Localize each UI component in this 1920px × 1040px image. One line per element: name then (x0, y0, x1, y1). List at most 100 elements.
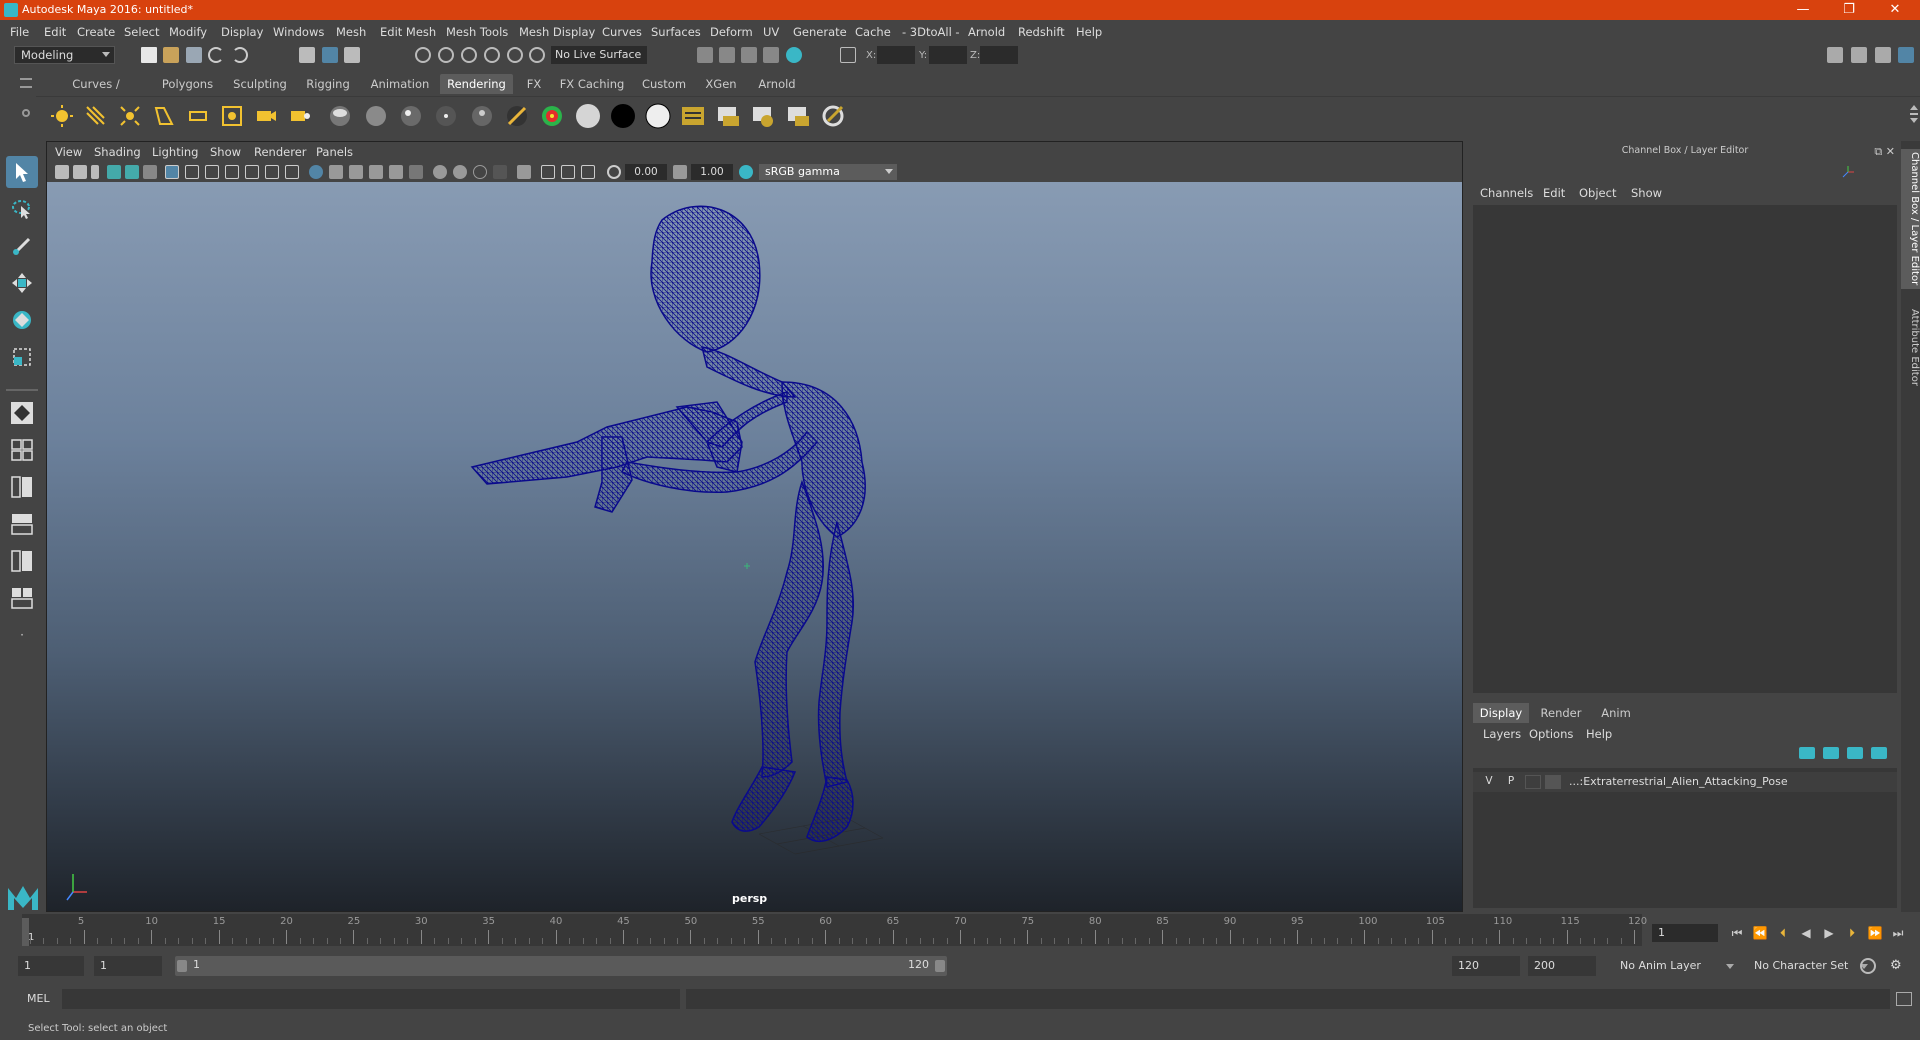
input-mode-icon[interactable] (840, 47, 856, 63)
live-surface-field[interactable]: No Live Surface (551, 46, 647, 64)
exposure-field[interactable]: 0.00 (625, 164, 667, 180)
shading-map-icon[interactable] (644, 102, 672, 130)
select-by-hierarchy-icon[interactable] (299, 47, 315, 63)
menu-edit[interactable]: Edit (44, 25, 66, 39)
menu-mesh[interactable]: Mesh (336, 25, 366, 39)
lambert-shader-icon[interactable] (362, 102, 390, 130)
step-back-key-icon[interactable]: ⏴ (1774, 924, 1792, 942)
tab-anim[interactable]: Anim (1593, 703, 1639, 723)
phong-shader-icon[interactable] (397, 102, 425, 130)
time-slider-track[interactable]: 1 5 10 15 20 25 30 35 40 45 50 55 60 65 70 75 80 85 90 95 1… (22, 914, 1647, 946)
menu-3dtoall[interactable]: - 3DtoAll - (902, 25, 960, 39)
panel-menu-show[interactable]: Show (210, 145, 241, 159)
range-bar[interactable]: 1 120 (175, 956, 947, 976)
snap-to-view-plane-icon[interactable] (484, 47, 500, 63)
ramp-shader-icon[interactable] (538, 102, 566, 130)
tab-fx[interactable]: FX (518, 74, 550, 94)
render-view-shelf-icon[interactable] (679, 102, 707, 130)
select-by-object-icon[interactable] (322, 47, 338, 63)
range-start-handle[interactable] (177, 960, 187, 972)
gamma-icon[interactable] (673, 165, 687, 179)
select-camera-icon[interactable] (55, 165, 69, 179)
wireframe-toggle-icon[interactable] (309, 165, 323, 179)
safe-action-icon[interactable] (265, 165, 279, 179)
wireframe-on-shaded-icon[interactable] (349, 165, 363, 179)
menu-mesh-tools[interactable]: Mesh Tools (446, 25, 508, 39)
y-field[interactable] (929, 46, 967, 64)
render-view-icon[interactable] (697, 47, 713, 63)
grease-pencil-icon[interactable] (143, 165, 157, 179)
character-set-select[interactable]: No Character Set (1748, 956, 1870, 976)
menu-select[interactable]: Select (124, 25, 159, 39)
object-menu[interactable]: Object (1579, 186, 1616, 200)
panel-menu-panels[interactable]: Panels (316, 145, 353, 159)
menu-file[interactable]: File (10, 25, 29, 39)
animation-preferences-icon[interactable]: ⚙ (1890, 958, 1906, 974)
scale-tool-icon[interactable] (6, 341, 38, 373)
play-forwards-icon[interactable]: ▶ (1820, 924, 1838, 942)
area-light-icon[interactable] (184, 102, 212, 130)
select-tool-icon[interactable] (6, 156, 38, 188)
hypershade-shelf-icon[interactable] (819, 102, 847, 130)
layer-playback-toggle[interactable]: P (1503, 775, 1519, 789)
tab-xgen[interactable]: XGen (698, 74, 744, 94)
film-gate-icon[interactable] (185, 165, 199, 179)
safe-title-icon[interactable] (285, 165, 299, 179)
tab-fx-caching[interactable]: FX Caching (556, 74, 628, 94)
gate-mask-icon[interactable] (225, 165, 239, 179)
new-scene-icon[interactable] (141, 47, 157, 63)
smooth-shade-icon[interactable] (329, 165, 343, 179)
shelf-settings-icon[interactable] (22, 109, 30, 117)
axis-widget-icon[interactable] (1841, 165, 1855, 179)
menu-generate[interactable]: Generate (793, 25, 847, 39)
menu-set-selector[interactable]: Modeling (14, 46, 115, 64)
use-background-shader-icon[interactable] (609, 102, 637, 130)
menu-arnold[interactable]: Arnold (968, 25, 1005, 39)
gamma-field[interactable]: 1.00 (691, 164, 733, 180)
resolution-gate-icon[interactable] (205, 165, 219, 179)
move-tool-icon[interactable] (6, 267, 38, 299)
layers-help-menu[interactable]: Help (1586, 727, 1612, 741)
new-layer-selected-icon[interactable] (1871, 747, 1887, 759)
play-backwards-icon[interactable]: ◀ (1797, 924, 1815, 942)
tool-settings-toggle-icon[interactable] (1875, 47, 1891, 63)
motion-blur-icon[interactable] (453, 165, 467, 179)
script-editor-layout-icon[interactable] (6, 582, 38, 614)
ambient-light-icon[interactable] (48, 102, 76, 130)
undo-icon[interactable] (208, 47, 224, 63)
current-frame-field[interactable]: 1 (1652, 924, 1718, 942)
tab-animation[interactable]: Animation (364, 74, 436, 94)
hypershade-layout-icon[interactable] (6, 545, 38, 577)
menu-cache[interactable]: Cache (855, 25, 891, 39)
animation-end-field[interactable]: 200 (1528, 956, 1596, 976)
render-settings-icon[interactable] (763, 47, 779, 63)
shelf-scroll-arrows[interactable] (1908, 103, 1920, 133)
layer-name[interactable]: ...:Extraterrestrial_Alien_Attacking_Pos… (1569, 775, 1788, 788)
auto-key-icon[interactable] (1860, 958, 1876, 974)
side-tab-channel-box[interactable]: Channel Box / Layer Editor (1901, 149, 1920, 289)
tab-rendering[interactable]: Rendering (440, 74, 513, 94)
menu-display[interactable]: Display (221, 25, 263, 39)
tab-polygons[interactable]: Polygons (155, 74, 220, 94)
tab-arnold[interactable]: Arnold (751, 74, 803, 94)
shadows-icon[interactable] (409, 165, 423, 179)
persp-graph-layout-icon[interactable] (6, 508, 38, 540)
isolate-select-icon[interactable] (517, 165, 531, 179)
panel-menu-shading[interactable]: Shading (94, 145, 141, 159)
edit-menu[interactable]: Edit (1543, 186, 1565, 200)
2d-pan-zoom-icon[interactable] (125, 165, 139, 179)
snap-to-surface-icon[interactable] (507, 47, 523, 63)
depth-of-field-icon[interactable] (493, 165, 507, 179)
make-live-icon[interactable] (529, 47, 545, 63)
layered-shader-icon[interactable] (503, 102, 531, 130)
menu-help[interactable]: Help (1076, 25, 1102, 39)
range-end-handle[interactable] (935, 960, 945, 972)
more-layouts-icon[interactable]: · (6, 619, 38, 651)
blinn-shader-icon[interactable] (326, 102, 354, 130)
anisotropic-shader-icon[interactable] (468, 102, 496, 130)
render-settings-shelf-icon[interactable] (784, 102, 812, 130)
single-pane-layout-icon[interactable] (6, 397, 38, 429)
xray-joints-icon[interactable] (561, 165, 575, 179)
hypershade-icon[interactable] (786, 47, 802, 63)
layer-display-type[interactable] (1525, 775, 1541, 789)
